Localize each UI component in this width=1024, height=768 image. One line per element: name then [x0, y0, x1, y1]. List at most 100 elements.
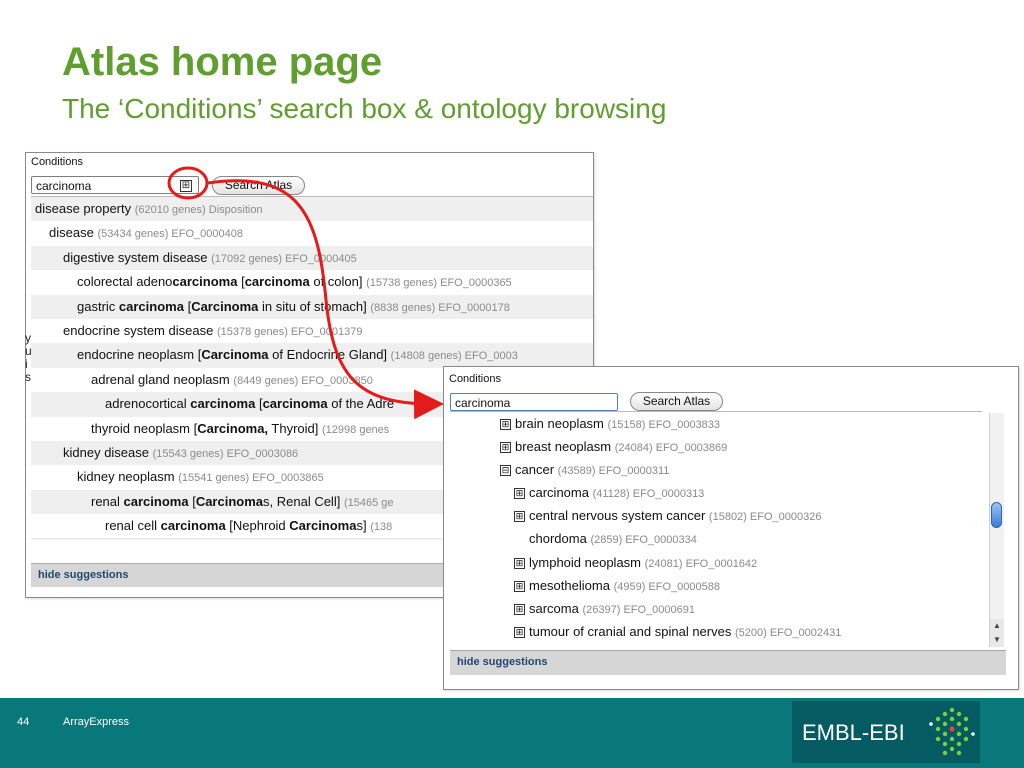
conditions-panel-ontology-browser: Conditions carcinoma Search Atlas ⊞ brain…	[443, 366, 1019, 690]
suggestion-term-text: carcinoma	[172, 274, 238, 290]
ontology-term-name: central nervous system cancer	[529, 508, 706, 524]
suggestion-term-text: disease	[49, 225, 94, 241]
slide-subtitle: The ‘Conditions’ search box & ontology b…	[62, 93, 667, 124]
ontology-gene-count: (41128) EFO_0000313	[592, 488, 705, 501]
suggestion-term-text: Carcinoma	[195, 493, 264, 509]
suggestion-term-text: [	[188, 493, 196, 509]
expand-node-icon[interactable]: ⊞	[514, 557, 525, 569]
suggestion-row[interactable]: disease property (62010 genes) Dispositi…	[31, 197, 593, 222]
ontology-gene-count: (26397) EFO_0000691	[582, 603, 696, 616]
ontology-gene-count: (43589) EFO_0000311	[557, 465, 670, 478]
ontology-term-name: breast neoplasm	[515, 439, 612, 455]
suggestion-gene-count: (15738 genes) EFO_0000365	[366, 277, 512, 290]
suggestion-gene-count: (138	[370, 521, 393, 534]
slide-title: Atlas home page	[62, 40, 383, 84]
embl-ebi-dots-icon	[929, 707, 975, 756]
suggestion-term-text: endocrine neoplasm [	[77, 347, 202, 363]
suggestion-row[interactable]: digestive system disease (17092 genes) E…	[31, 245, 593, 271]
suggestion-term-text: s, Renal Cell]	[263, 493, 341, 509]
background-text-fragment: yuis	[25, 331, 32, 384]
suggestion-gene-count: (14808 genes) EFO_0003	[390, 350, 518, 363]
expand-tree-icon[interactable]: ⊞	[180, 180, 192, 192]
suggestion-term-text: carcinoma	[244, 274, 310, 290]
product-name: ArrayExpress	[63, 716, 130, 728]
ontology-term-name: mesothelioma	[529, 577, 610, 593]
suggestion-term-text: Carcinoma	[289, 518, 357, 534]
suggestion-term-text: [	[255, 396, 263, 412]
expand-node-icon[interactable]: ⊞	[514, 603, 525, 615]
ontology-gene-count: (15802) EFO_0000326	[708, 511, 822, 524]
ontology-tree-row[interactable]: ⊟ cancer (43589) EFO_0000311	[450, 458, 982, 481]
suggestion-term-text: gastric	[77, 298, 119, 314]
suggestion-row[interactable]: disease (53434 genes) EFO_0000408	[31, 221, 593, 245]
suggestion-term-text: adrenal gland neoplasm	[91, 371, 230, 387]
slide-footer: 44 ArrayExpress EMBL-EBI	[0, 698, 1024, 768]
ontology-tree-row[interactable]: ⊞ lymphoid neoplasm (24081) EFO_0001642	[450, 551, 982, 574]
suggestion-term-text: adrenocortical	[105, 396, 191, 412]
suggestion-term-text: renal cell	[105, 518, 161, 534]
suggestion-gene-count: (15541 genes) EFO_0003865	[178, 472, 324, 485]
ontology-tree-row[interactable]: ⊞ breast neoplasm (24084) EFO_0003869	[450, 435, 982, 458]
suggestion-term-text: carcinoma	[262, 396, 328, 412]
suggestion-term-text: of Endocrine Gland]	[268, 347, 388, 363]
suggestion-term-text: endocrine system disease	[63, 322, 214, 338]
search-atlas-button[interactable]: Search Atlas	[630, 392, 723, 411]
suggestion-gene-count: (15465 ge	[343, 496, 394, 509]
expand-node-icon[interactable]: ⊞	[514, 626, 525, 638]
conditions-search-input[interactable]: carcinoma	[450, 393, 618, 411]
conditions-search-input[interactable]: carcinoma	[31, 176, 199, 194]
expand-node-icon[interactable]: ⊞	[514, 580, 525, 592]
scrollbar-thumb[interactable]	[991, 502, 1002, 528]
ontology-tree-row[interactable]: ⊞ central nervous system cancer (15802) E…	[450, 504, 982, 527]
collapse-node-icon[interactable]: ⊟	[500, 465, 511, 477]
suggestion-term-text: colorectal adeno	[77, 274, 173, 290]
suggestion-term-text: kidney disease	[63, 444, 149, 460]
suggestion-term-text: Thyroid]	[268, 420, 319, 436]
ontology-gene-count: (5200) EFO_0002431	[734, 626, 842, 639]
ontology-term-name: sarcoma	[529, 600, 579, 616]
suggestion-row[interactable]: endocrine neoplasm [Carcinoma of Endocri…	[31, 343, 593, 368]
ontology-term-name: lymphoid neoplasm	[529, 554, 642, 570]
embl-ebi-logo: EMBL-EBI	[792, 701, 980, 763]
expand-node-icon[interactable]: ⊞	[514, 511, 525, 523]
search-atlas-button[interactable]: Search Atlas	[212, 176, 305, 195]
scroll-up-arrow-icon[interactable]: ▲	[990, 619, 1004, 633]
suggestion-gene-count: (53434 genes) EFO_0000408	[97, 228, 243, 241]
logo-text: EMBL-EBI	[802, 720, 905, 745]
conditions-label: Conditions	[449, 373, 501, 385]
suggestion-gene-count: (15543 genes) EFO_0003086	[152, 447, 299, 460]
ontology-gene-count: (15158) EFO_0003833	[607, 419, 721, 431]
expand-node-icon[interactable]: ⊞	[500, 419, 511, 430]
suggestion-term-text: digestive system disease	[63, 249, 208, 265]
expand-node-icon[interactable]: ⊞	[500, 442, 511, 454]
suggestion-term-text: in situ of stomach]	[258, 298, 367, 314]
ontology-gene-count: (24084) EFO_0003869	[614, 442, 728, 455]
ontology-tree-row[interactable]: ⊞ carcinoma (41128) EFO_0000313	[450, 481, 982, 504]
suggestion-term-text: of colon]	[309, 274, 363, 290]
page-number: 44	[17, 716, 30, 728]
scroll-down-arrow-icon[interactable]: ▼	[990, 633, 1004, 647]
suggestion-term-text: carcinoma	[160, 518, 226, 534]
suggestion-row[interactable]: gastric carcinoma [Carcinoma in situ of …	[31, 294, 593, 319]
suggestion-term-text: [	[237, 274, 245, 290]
ontology-tree-row[interactable]: ⊞ sarcoma (26397) EFO_0000691	[450, 597, 982, 620]
ontology-gene-count: (24081) EFO_0001642	[644, 557, 758, 570]
suggestion-row[interactable]: endocrine system disease (15378 genes) E…	[31, 319, 593, 343]
ontology-tree-row[interactable]: ⊞ mesothelioma (4959) EFO_0000588	[450, 574, 982, 597]
suggestion-row[interactable]: colorectal adenocarcinoma [carcinoma of …	[31, 270, 593, 294]
ontology-tree-row[interactable]: ⊞ brain neoplasm (15158) EFO_0003833	[450, 412, 982, 435]
suggestion-term-text: carcinoma	[123, 493, 189, 509]
ontology-gene-count: (2859) EFO_0000334	[590, 534, 697, 547]
suggestion-gene-count: (8838 genes) EFO_0000178	[370, 301, 510, 314]
suggestion-gene-count: (15378 genes) EFO_0001379	[216, 325, 363, 338]
suggestion-gene-count: (17092 genes) EFO_0000405	[211, 252, 357, 265]
ontology-tree-row[interactable]: chordoma (2859) EFO_0000334	[450, 527, 982, 550]
suggestion-gene-count: (8449 genes) EFO_0003850	[233, 374, 373, 387]
expand-node-icon[interactable]: ⊞	[514, 488, 525, 500]
suggestions-scrollbar[interactable]: ▲ ▼	[989, 413, 1004, 647]
conditions-label: Conditions	[31, 156, 83, 168]
hide-suggestions-link[interactable]: hide suggestions	[450, 650, 1006, 675]
ontology-tree-row[interactable]: ⊞ tumour of cranial and spinal nerves (52…	[450, 620, 982, 643]
suggestion-term-text: thyroid neoplasm [	[91, 420, 198, 436]
ontology-term-name: chordoma	[529, 531, 587, 547]
